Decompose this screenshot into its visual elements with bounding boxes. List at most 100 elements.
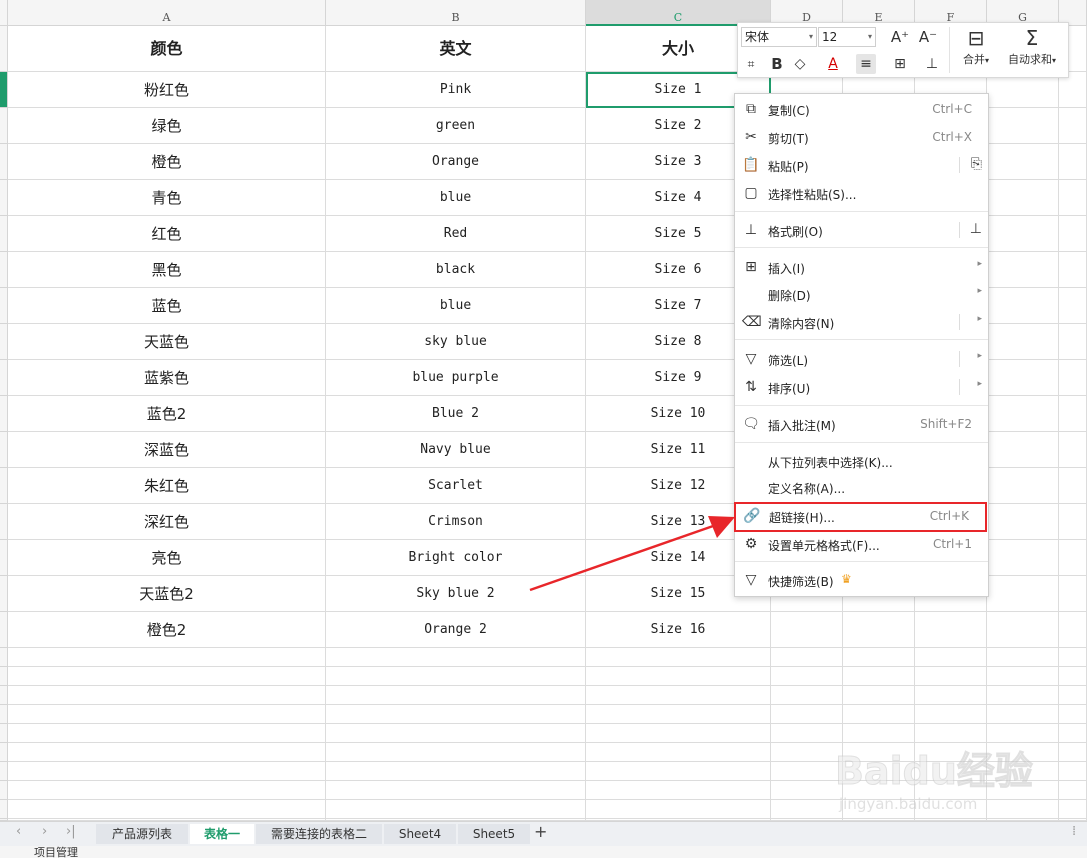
row-header[interactable] xyxy=(0,648,8,667)
empty-cell[interactable] xyxy=(771,724,843,743)
row-header[interactable] xyxy=(0,724,8,743)
empty-cell[interactable] xyxy=(1059,705,1087,724)
nav-last-icon[interactable]: ›| xyxy=(66,824,76,839)
table-cell[interactable]: Red xyxy=(326,216,586,252)
empty-cell[interactable] xyxy=(987,324,1059,360)
empty-cell[interactable] xyxy=(987,686,1059,705)
empty-cell[interactable] xyxy=(987,360,1059,396)
row-header[interactable] xyxy=(0,72,8,108)
empty-cell[interactable] xyxy=(987,432,1059,468)
empty-cell[interactable] xyxy=(1059,108,1087,144)
table-cell[interactable]: Navy blue xyxy=(326,432,586,468)
empty-cell[interactable] xyxy=(8,724,326,743)
row-header[interactable] xyxy=(0,360,8,396)
table-cell[interactable]: 天蓝色2 xyxy=(8,576,326,612)
empty-cell[interactable] xyxy=(915,667,987,686)
empty-cell[interactable] xyxy=(586,724,771,743)
table-cell[interactable]: 粉红色 xyxy=(8,72,326,108)
borders-icon[interactable]: ⊞ xyxy=(890,54,910,74)
empty-cell[interactable] xyxy=(987,612,1059,648)
empty-cell[interactable] xyxy=(1059,324,1087,360)
empty-cell[interactable] xyxy=(1059,504,1087,540)
empty-cell[interactable] xyxy=(326,800,586,819)
table-cell[interactable]: 青色 xyxy=(8,180,326,216)
empty-cell[interactable] xyxy=(987,288,1059,324)
row-header[interactable] xyxy=(0,468,8,504)
empty-cell[interactable] xyxy=(1059,612,1087,648)
empty-cell[interactable] xyxy=(987,252,1059,288)
row-header[interactable] xyxy=(0,216,8,252)
empty-cell[interactable] xyxy=(771,762,843,781)
empty-cell[interactable] xyxy=(1059,360,1087,396)
row-header[interactable] xyxy=(0,432,8,468)
empty-cell[interactable] xyxy=(586,667,771,686)
menu-item-filter[interactable]: ▽ 筛选(L) ▸ xyxy=(735,347,988,373)
empty-cell[interactable] xyxy=(1059,432,1087,468)
table-cell[interactable]: blue xyxy=(326,180,586,216)
empty-cell[interactable] xyxy=(771,667,843,686)
empty-cell[interactable] xyxy=(771,781,843,800)
row-header[interactable] xyxy=(0,324,8,360)
empty-cell[interactable] xyxy=(586,743,771,762)
table-cell[interactable]: 蓝色 xyxy=(8,288,326,324)
empty-cell[interactable] xyxy=(8,705,326,724)
row-header[interactable] xyxy=(0,667,8,686)
empty-cell[interactable] xyxy=(1059,686,1087,705)
menu-item-define-name[interactable]: 定义名称(A)... xyxy=(735,475,988,501)
menu-item-paste[interactable]: 📋 粘贴(P) ⎘ xyxy=(735,153,988,179)
row-header[interactable] xyxy=(0,576,8,612)
empty-cell[interactable] xyxy=(1059,667,1087,686)
menu-item-cut[interactable]: ✂ 剪切(T) Ctrl+X xyxy=(735,125,988,151)
empty-cell[interactable] xyxy=(1059,288,1087,324)
row-header[interactable] xyxy=(0,705,8,724)
row-header[interactable] xyxy=(0,252,8,288)
table-cell[interactable]: Size 16 xyxy=(586,612,771,648)
empty-cell[interactable] xyxy=(987,108,1059,144)
font-size-select[interactable]: 12 ▾ xyxy=(818,27,876,47)
row-header[interactable] xyxy=(0,180,8,216)
empty-cell[interactable] xyxy=(1059,252,1087,288)
table-cell[interactable]: 蓝紫色 xyxy=(8,360,326,396)
empty-cell[interactable] xyxy=(987,144,1059,180)
empty-cell[interactable] xyxy=(771,705,843,724)
empty-cell[interactable] xyxy=(987,705,1059,724)
row-header[interactable] xyxy=(0,144,8,180)
menu-item-format-cells[interactable]: ⚙ 设置单元格格式(F)... Ctrl+1 xyxy=(735,532,988,558)
select-all-corner[interactable] xyxy=(0,0,8,26)
empty-cell[interactable] xyxy=(586,781,771,800)
row-header[interactable] xyxy=(0,686,8,705)
empty-cell[interactable] xyxy=(843,612,915,648)
empty-cell[interactable] xyxy=(987,540,1059,576)
row-header[interactable] xyxy=(0,396,8,432)
menu-item-format-painter[interactable]: ⊥ 格式刷(O) ⊥ xyxy=(735,218,988,244)
font-name-select[interactable]: 宋体 ▾ xyxy=(741,27,817,47)
table-cell[interactable]: blue purple xyxy=(326,360,586,396)
empty-cell[interactable] xyxy=(8,648,326,667)
empty-cell[interactable] xyxy=(326,781,586,800)
nav-next-icon[interactable]: › xyxy=(42,824,47,839)
menu-item-paste-special[interactable]: ▢ 选择性粘贴(S)... xyxy=(735,181,988,207)
table-header-cell[interactable]: 颜色 xyxy=(8,26,326,72)
row-header[interactable] xyxy=(0,612,8,648)
empty-cell[interactable] xyxy=(1059,216,1087,252)
empty-cell[interactable] xyxy=(915,612,987,648)
table-cell[interactable]: Orange xyxy=(326,144,586,180)
add-sheet-icon[interactable]: + xyxy=(534,822,547,841)
menu-item-hyperlink[interactable]: 🔗 超链接(H)... Ctrl+K xyxy=(734,502,987,532)
empty-cell[interactable] xyxy=(915,686,987,705)
empty-cell[interactable] xyxy=(987,667,1059,686)
row-header[interactable] xyxy=(0,800,8,819)
empty-cell[interactable] xyxy=(771,686,843,705)
nav-prev-icon[interactable]: ‹ xyxy=(16,824,21,839)
table-cell[interactable]: 朱红色 xyxy=(8,468,326,504)
table-cell[interactable]: 天蓝色 xyxy=(8,324,326,360)
table-cell[interactable]: green xyxy=(326,108,586,144)
empty-cell[interactable] xyxy=(915,705,987,724)
row-header[interactable] xyxy=(0,26,8,72)
empty-cell[interactable] xyxy=(8,686,326,705)
empty-cell[interactable] xyxy=(915,648,987,667)
paste-values-icon[interactable]: ⎘ xyxy=(971,156,982,172)
font-color-icon[interactable]: A xyxy=(823,54,843,74)
menu-item-insert-comment[interactable]: 🗨 插入批注(M) Shift+F2 xyxy=(735,412,988,438)
row-header[interactable] xyxy=(0,288,8,324)
